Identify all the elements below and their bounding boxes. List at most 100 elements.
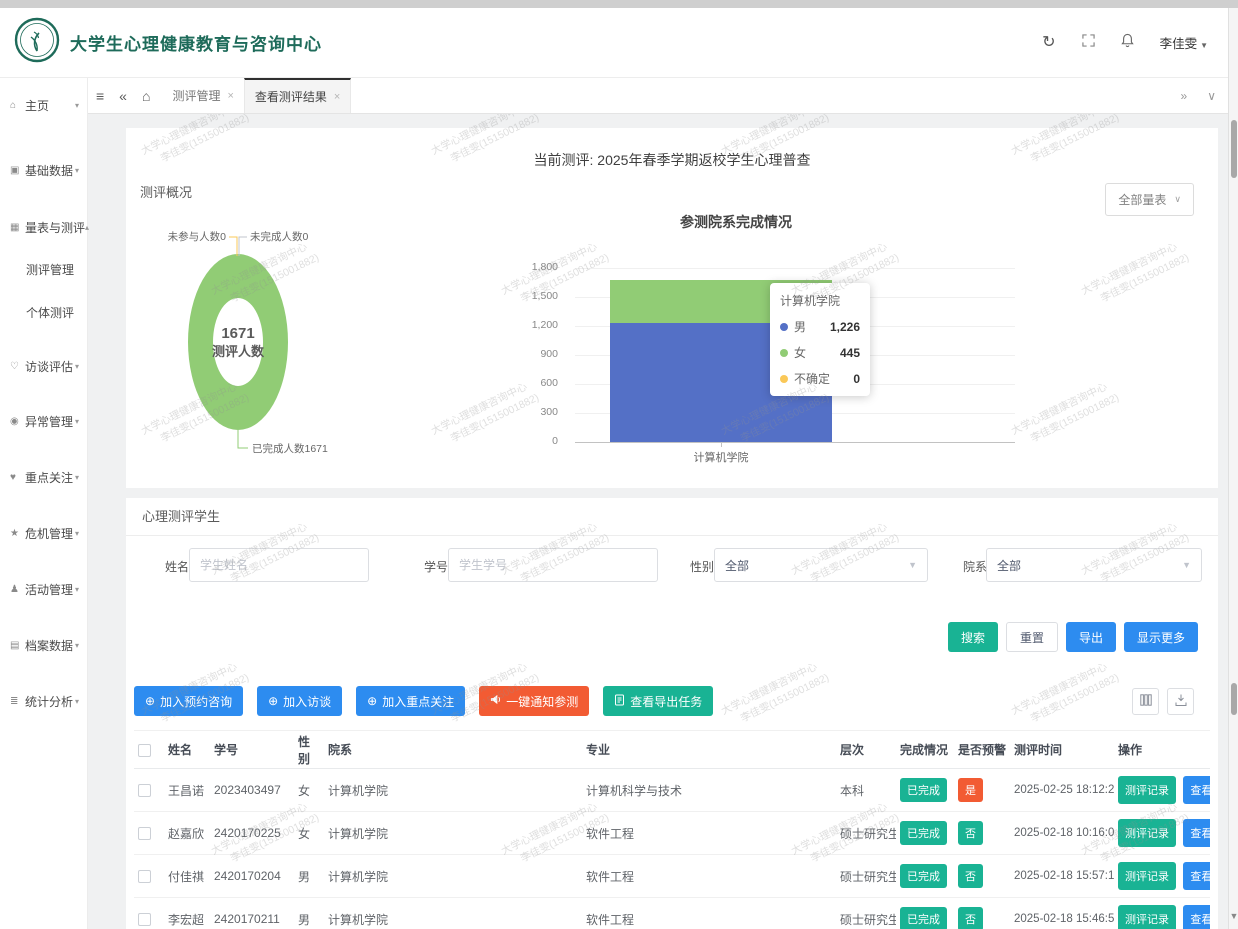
tooltip-row: 不确定0	[780, 370, 860, 387]
cell-department: 计算机学院	[324, 769, 582, 812]
donut-chart: 未参与人数0 未完成人数0 已完成人数1671 1671 测评人数	[126, 188, 486, 478]
show-more-button[interactable]: 显示更多	[1124, 622, 1198, 652]
reset-button[interactable]: 重置	[1006, 622, 1058, 652]
chevron-down-icon: ▾	[75, 101, 79, 110]
sidebar-item-activity-management[interactable]: ♟活动管理▾	[0, 579, 87, 599]
export-table-button[interactable]	[1167, 688, 1194, 715]
column-settings-button[interactable]	[1132, 688, 1159, 715]
chevron-down-icon: ▾	[75, 417, 79, 426]
assessment-record-button[interactable]: 测评记录	[1118, 776, 1176, 804]
row-checkbox[interactable]	[138, 784, 151, 797]
assessment-record-button[interactable]: 测评记录	[1118, 862, 1176, 890]
home-icon[interactable]: ⌂	[142, 89, 150, 103]
app-header: 大学生心理健康教育与咨询中心 ↻ 李佳雯▼	[0, 8, 1238, 78]
scrollbar-thumb[interactable]	[1231, 683, 1237, 715]
view-report-button[interactable]: 查看报告	[1183, 819, 1210, 847]
warning-badge: 是	[958, 778, 983, 802]
sidebar-item-statistics-analysis[interactable]: ≣统计分析▾	[0, 691, 87, 711]
sidebar-item-interview-evaluation[interactable]: ♡访谈评估▾	[0, 356, 87, 376]
chevron-down-icon: ▾	[75, 362, 79, 371]
cell-student-id: 2420170211	[210, 898, 294, 929]
row-checkbox[interactable]	[138, 870, 151, 883]
tab-label: 查看测评结果	[255, 88, 327, 105]
export-button[interactable]: 导出	[1066, 622, 1116, 652]
name-filter-input[interactable]	[189, 548, 369, 582]
notify-participants-button[interactable]: 一键通知参测	[479, 686, 589, 716]
row-checkbox[interactable]	[138, 827, 151, 840]
app-title: 大学生心理健康教育与咨询中心	[70, 30, 322, 55]
donut-label-finished: 已完成人数1671	[252, 442, 328, 455]
tab-view-assessment-results[interactable]: 查看测评结果 ×	[244, 78, 351, 113]
series-dot-icon	[780, 375, 788, 383]
donut-center-label: 测评人数	[212, 344, 265, 359]
bell-icon[interactable]	[1121, 33, 1134, 52]
y-axis-tick-label: 0	[466, 435, 558, 447]
y-axis-tick-label: 600	[466, 377, 558, 389]
sid-filter-input[interactable]	[448, 548, 658, 582]
sidebar-item-archive-data[interactable]: ▤档案数据▾	[0, 635, 87, 655]
sidebar-item-home[interactable]: ⌂主页▾	[0, 95, 87, 115]
gender-select[interactable]: 全部 ▼	[714, 548, 928, 582]
chart-tooltip: 计算机学院 男1,226女445不确定0	[770, 283, 870, 396]
department-select[interactable]: 全部 ▼	[986, 548, 1202, 582]
chevron-double-right-icon[interactable]: »	[1181, 89, 1188, 103]
chevron-down-icon: ▼	[1182, 560, 1191, 570]
row-checkbox[interactable]	[138, 913, 151, 926]
assessment-record-button[interactable]: 测评记录	[1118, 905, 1176, 929]
donut-center-value: 1671	[221, 325, 254, 342]
cell-level: 本科	[836, 769, 896, 812]
cell-department: 计算机学院	[324, 855, 582, 898]
cell-time: 2025-02-25 18:12:24	[1010, 769, 1114, 812]
x-axis-line	[575, 442, 1015, 443]
students-card: 心理测评学生 姓名: 学号: 性别: 全部 ▼ 院系: 全部 ▼ 搜索 重置 导…	[126, 498, 1218, 929]
series-dot-icon	[780, 349, 788, 357]
sidebar-item-key-focus[interactable]: ♥重点关注▾	[0, 467, 87, 487]
scale-filter-value: 全部量表	[1118, 191, 1166, 208]
sidebar-item-basic-data[interactable]: ▣基础数据▾	[0, 160, 87, 180]
add-interview-button[interactable]: ⊕ 加入访谈	[257, 686, 342, 716]
tab-bar: ≡ « ⌂ 测评管理 × 查看测评结果 × » ∨	[88, 78, 1238, 114]
view-export-tasks-button[interactable]: 查看导出任务	[603, 686, 713, 716]
gender-select-value: 全部	[725, 557, 749, 574]
cell-time: 2025-02-18 15:57:11	[1010, 855, 1114, 898]
scale-filter-dropdown[interactable]: 全部量表 ∨	[1105, 183, 1194, 216]
collapse-left-icon[interactable]: «	[119, 89, 127, 103]
bar-chart-title: 参测院系完成情况	[476, 212, 996, 232]
assessment-record-button[interactable]: 测评记录	[1118, 819, 1176, 847]
alert-icon: ◉	[10, 416, 25, 427]
search-button[interactable]: 搜索	[948, 622, 998, 652]
series-dot-icon	[780, 323, 788, 331]
select-all-checkbox[interactable]	[138, 744, 151, 757]
sidebar-nav: ⌂主页▾ ▣基础数据▾ ▦量表与测评▴ 测评管理个体测评 ♡访谈评估▾ ◉异常管理▾ ♥重点…	[0, 78, 88, 929]
menu-icon[interactable]: ≡	[96, 89, 104, 103]
table-row: 付佳祺 2420170204 男 计算机学院 软件工程 硕士研究生 已完成 否 …	[134, 855, 1210, 898]
table-row: 李宏超 2420170211 男 计算机学院 软件工程 硕士研究生 已完成 否 …	[134, 898, 1210, 929]
cell-major: 软件工程	[582, 855, 836, 898]
donut-label-not-participated: 未参与人数0	[168, 230, 226, 243]
scroll-down-icon[interactable]: ▼	[1229, 911, 1238, 921]
sidebar-item-individual-assessment[interactable]: 个体测评	[26, 304, 74, 322]
fullscreen-icon[interactable]	[1082, 34, 1095, 51]
chevron-down-icon[interactable]: ∨	[1207, 89, 1216, 103]
view-report-button[interactable]: 查看报告	[1183, 905, 1210, 929]
column-header: 专业	[582, 731, 836, 769]
sidebar-item-scales-assessment[interactable]: ▦量表与测评▴	[0, 217, 87, 237]
sidebar-item-assessment-management[interactable]: 测评管理	[26, 261, 74, 279]
sidebar-item-anomaly-management[interactable]: ◉异常管理▾	[0, 411, 87, 431]
tab-assessment-management[interactable]: 测评管理 ×	[162, 78, 243, 113]
refresh-icon[interactable]: ↻	[1042, 35, 1055, 51]
view-report-button[interactable]: 查看报告	[1183, 862, 1210, 890]
add-key-focus-button[interactable]: ⊕ 加入重点关注	[356, 686, 465, 716]
add-counseling-button[interactable]: ⊕ 加入预约咨询	[134, 686, 243, 716]
cell-time: 2025-02-18 10:16:00	[1010, 812, 1114, 855]
overview-card: 当前测评: 2025年春季学期返校学生心理普查 测评概况 全部量表 ∨ 未参与人…	[126, 128, 1218, 488]
scrollbar[interactable]: ▼	[1228, 8, 1238, 929]
user-menu[interactable]: 李佳雯▼	[1160, 33, 1208, 52]
sidebar-item-crisis-management[interactable]: ★危机管理▾	[0, 523, 87, 543]
view-report-button[interactable]: 查看报告	[1183, 776, 1210, 804]
close-icon[interactable]: ×	[227, 90, 233, 102]
chevron-down-icon: ▾	[75, 473, 79, 482]
scrollbar-thumb[interactable]	[1231, 120, 1237, 178]
cell-department: 计算机学院	[324, 898, 582, 929]
close-icon[interactable]: ×	[334, 91, 340, 103]
